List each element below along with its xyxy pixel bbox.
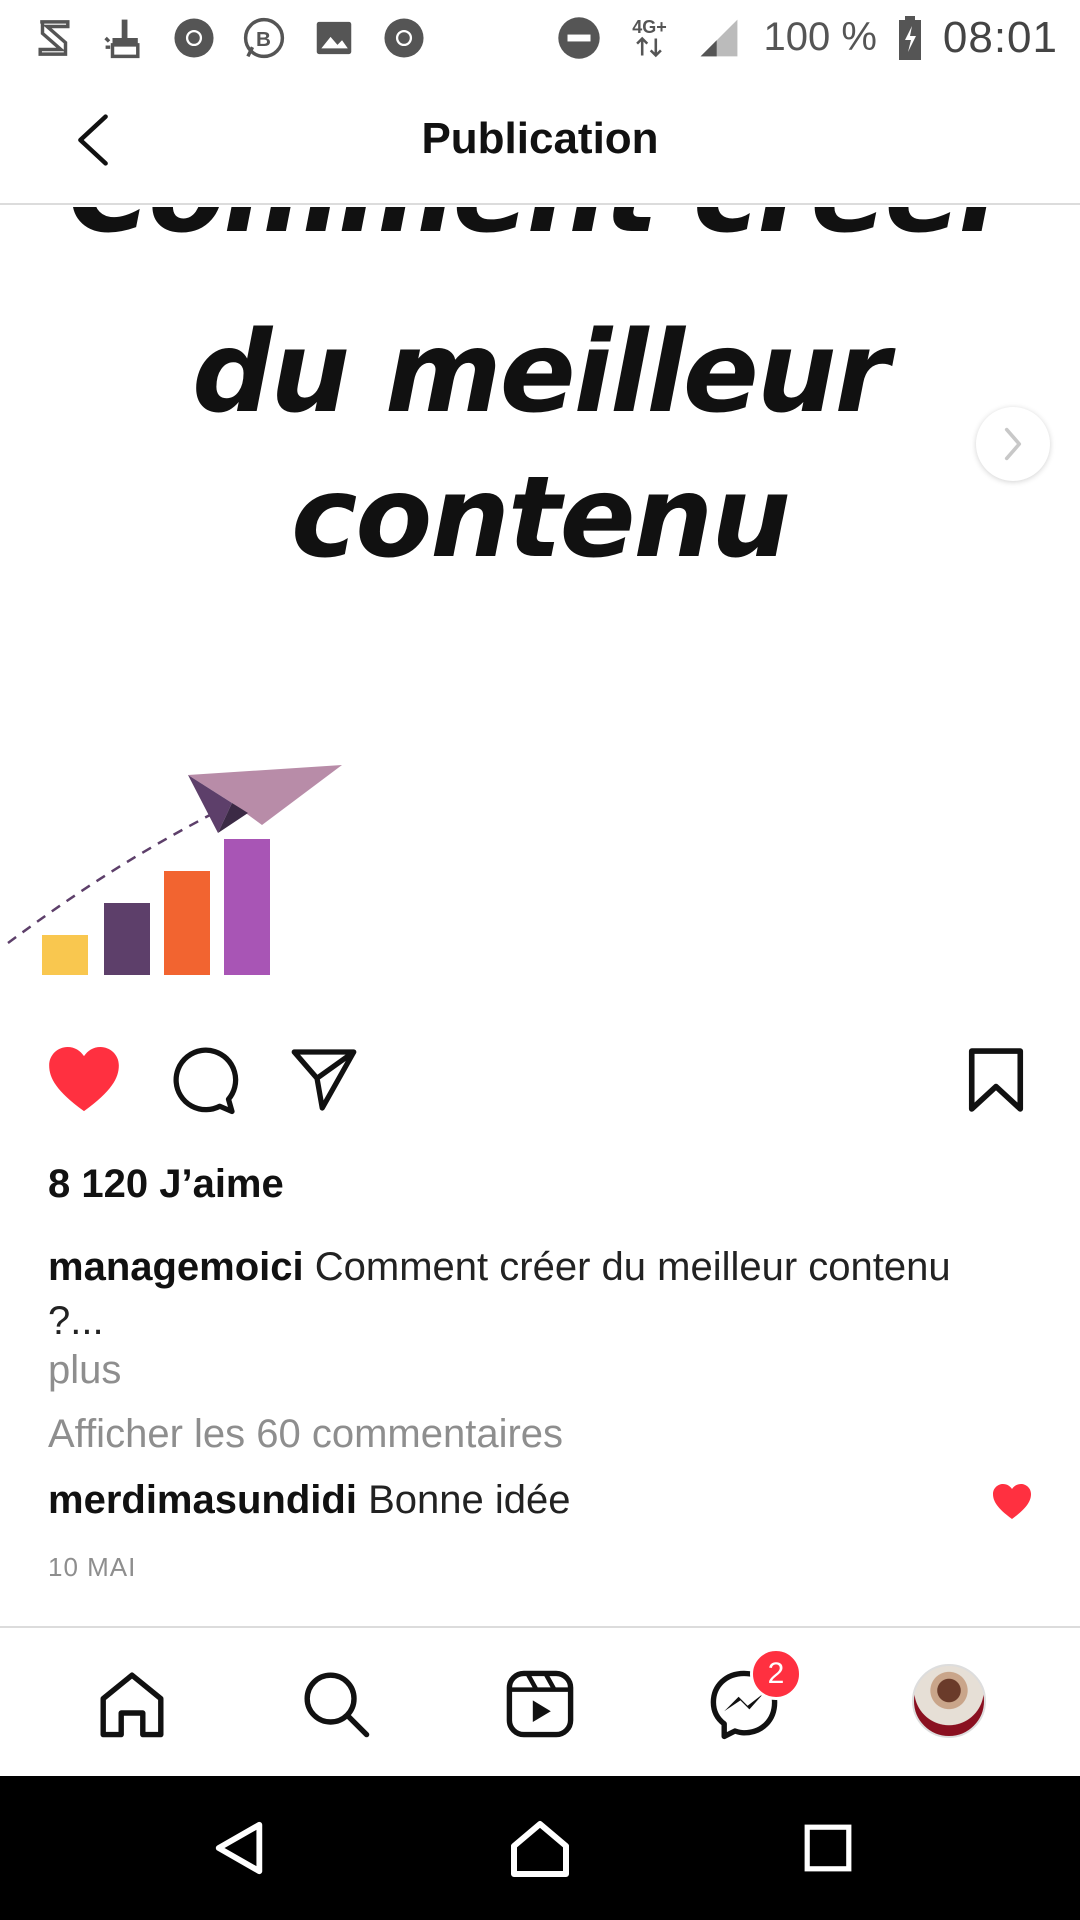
clock: 08:01 bbox=[942, 12, 1058, 62]
do-not-disturb-icon bbox=[553, 12, 605, 64]
headline-line-1: Comment créer bbox=[0, 207, 1080, 249]
gallery-icon bbox=[308, 12, 360, 64]
nav-profile-avatar[interactable] bbox=[912, 1664, 986, 1738]
chrome-icon bbox=[378, 12, 430, 64]
comment-like-button[interactable] bbox=[992, 1484, 1036, 1524]
chrome-icon bbox=[168, 12, 220, 64]
system-home-button[interactable] bbox=[500, 1808, 580, 1888]
likes-count[interactable]: 8 120 J’aime bbox=[48, 1162, 284, 1207]
illustration-bar-1 bbox=[42, 935, 88, 975]
square-recents-icon bbox=[804, 1824, 852, 1872]
illustration-bar-3 bbox=[164, 871, 210, 975]
heart-filled-icon bbox=[49, 1047, 119, 1112]
nav-reels[interactable] bbox=[500, 1664, 580, 1744]
headline-line-2: du meilleur bbox=[192, 308, 890, 438]
headline-line-3: contenu bbox=[290, 453, 791, 583]
caption-more-link[interactable]: plus bbox=[48, 1348, 121, 1393]
chevron-right-icon bbox=[1004, 427, 1022, 461]
search-icon bbox=[304, 1672, 370, 1738]
system-navigation-bar bbox=[0, 1776, 1080, 1920]
view-all-comments-link[interactable]: Afficher les 60 commentaires bbox=[48, 1412, 563, 1457]
bottom-navigation: 2 bbox=[0, 1626, 1080, 1776]
comment-row: merdimasundidi Bonne idée bbox=[48, 1478, 570, 1523]
bookmark-icon bbox=[968, 1048, 1024, 1112]
signal-icon bbox=[693, 12, 745, 64]
network-type: 4G+ bbox=[632, 16, 667, 37]
status-right-icons: 4G+ 100 % 08:01 bbox=[553, 12, 1058, 64]
heart-filled-icon bbox=[993, 1484, 1031, 1519]
status-left-icons: B bbox=[28, 12, 430, 64]
send-paper-plane-icon bbox=[291, 1049, 357, 1111]
share-button[interactable] bbox=[284, 1040, 364, 1120]
home-outline-icon bbox=[511, 1821, 569, 1877]
post-date: 10 MAI bbox=[48, 1552, 137, 1582]
whatsapp-business-icon: B bbox=[238, 12, 290, 64]
back-arrow-icon bbox=[78, 114, 108, 166]
battery-percent: 100 % bbox=[763, 15, 877, 59]
carousel-next-button[interactable] bbox=[976, 407, 1050, 481]
system-recents-button[interactable] bbox=[788, 1808, 868, 1888]
battery-charging-icon bbox=[895, 12, 925, 64]
illustration-bar-2 bbox=[104, 903, 150, 975]
data-arrows-icon: 4G+ bbox=[623, 12, 675, 64]
comment-bubble-icon bbox=[173, 1047, 239, 1115]
growth-illustration bbox=[7, 765, 342, 975]
page-title: Publication bbox=[421, 114, 659, 163]
post-actions bbox=[0, 1030, 1080, 1120]
reels-icon bbox=[506, 1670, 574, 1738]
comment-username[interactable]: merdimasundidi bbox=[48, 1478, 357, 1522]
messenger-badge: 2 bbox=[750, 1648, 802, 1700]
back-button[interactable] bbox=[58, 105, 128, 175]
svg-text:B: B bbox=[256, 28, 271, 51]
post-caption: managemoici Comment créer du meilleur co… bbox=[48, 1240, 1008, 1348]
paper-plane-icon bbox=[188, 765, 342, 833]
nav-home[interactable] bbox=[92, 1664, 172, 1744]
caption-username[interactable]: managemoici bbox=[48, 1245, 304, 1289]
nav-messenger[interactable]: 2 bbox=[704, 1648, 802, 1744]
like-button[interactable] bbox=[44, 1040, 124, 1120]
top-app-bar: Publication bbox=[0, 75, 1080, 205]
triangle-back-icon bbox=[215, 1821, 263, 1875]
home-icon bbox=[100, 1672, 164, 1738]
save-button[interactable] bbox=[956, 1040, 1036, 1120]
comment-text: Bonne idée bbox=[368, 1478, 571, 1522]
swiftkey-icon bbox=[28, 12, 80, 64]
post-image[interactable]: Comment créer du meilleur contenu bbox=[0, 207, 1080, 1007]
cleaner-icon bbox=[98, 12, 150, 64]
nav-search[interactable] bbox=[296, 1664, 376, 1744]
status-bar: B 4G+ 100 % 08:01 bbox=[0, 0, 1080, 75]
comment-button[interactable] bbox=[164, 1040, 244, 1120]
illustration-bar-4 bbox=[224, 839, 270, 975]
system-back-button[interactable] bbox=[200, 1808, 280, 1888]
